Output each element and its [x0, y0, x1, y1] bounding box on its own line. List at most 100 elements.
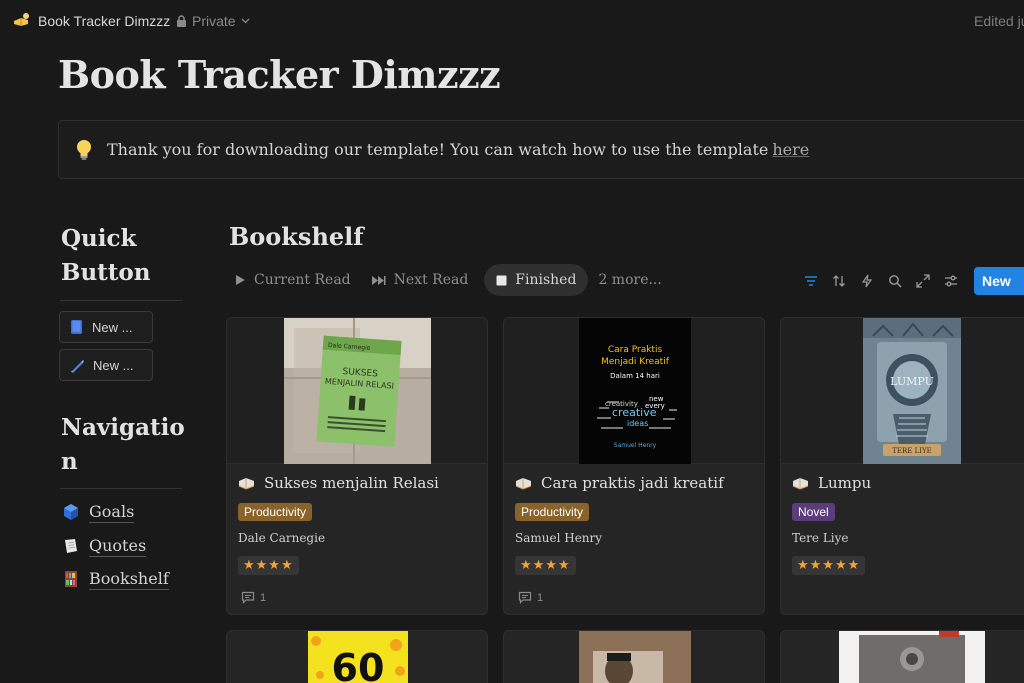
view-tabs: Current Read Next Read Finished 2 more..… — [231, 264, 678, 296]
reading-book-icon[interactable] — [13, 12, 31, 28]
quick-button-heading: Quick Button — [61, 222, 181, 290]
page-title: Book Tracker Dimzzz — [58, 52, 501, 97]
pen-icon — [71, 359, 84, 372]
cover-text: ideas — [627, 419, 648, 428]
stop-icon — [496, 275, 507, 285]
button-label: New ... — [92, 319, 133, 335]
tab-more[interactable]: 2 more... — [594, 264, 671, 296]
bookshelf-icon — [65, 571, 77, 587]
comment-icon — [518, 591, 532, 604]
new-quote-button[interactable]: New ... — [59, 349, 153, 381]
cube-icon — [64, 504, 78, 520]
tab-label: Next Read — [393, 272, 469, 288]
divider — [60, 488, 182, 489]
book-card[interactable]: LUMPU TERE LIYE Lumpu Novel Tere Liye ★★… — [780, 317, 1024, 615]
rating-stars: ★★★★ — [238, 556, 299, 575]
book-author: Dale Carnegie — [238, 531, 326, 545]
comments-number: 1 — [260, 591, 267, 604]
comments-count[interactable]: 1 — [518, 591, 543, 604]
rating-stars: ★★★★★ — [792, 556, 866, 575]
tab-current-read[interactable]: Current Read — [231, 264, 361, 296]
nav-label: Goals — [89, 501, 135, 523]
privacy-menu[interactable]: Private — [176, 13, 250, 29]
card-title: Cara praktis jadi kreatif — [515, 474, 724, 492]
expand-icon[interactable] — [916, 274, 930, 288]
cover-text: creative — [612, 406, 657, 419]
callout-text: Thank you for downloading our template! … — [107, 140, 809, 159]
rating-stars: ★★★★ — [515, 556, 576, 575]
heading-line: Quick — [61, 225, 137, 252]
callout-link[interactable]: here — [772, 140, 809, 159]
cover-text: Samuel Henry — [614, 442, 657, 449]
new-entry-button[interactable]: New — [974, 267, 1024, 295]
privacy-label: Private — [192, 13, 236, 29]
nav-item-goals[interactable]: Goals — [62, 499, 135, 525]
comments-number: 1 — [537, 591, 544, 604]
book-card[interactable] — [503, 630, 765, 683]
book-cover-image: 60 — [308, 631, 408, 683]
open-book-icon — [792, 478, 809, 490]
sort-icon[interactable] — [832, 274, 846, 288]
chevron-down-icon — [241, 18, 250, 24]
book-card[interactable]: Cara Praktis Menjadi Kreatif Dalam 14 ha… — [503, 317, 765, 615]
cover-text: TERE LIYE — [892, 447, 932, 455]
cover-area: LUMPU TERE LIYE — [781, 318, 1024, 464]
card-title: Sukses menjalin Relasi — [238, 474, 439, 492]
cover-text: 60 — [332, 646, 385, 683]
comment-icon — [241, 591, 255, 604]
cover-text: Cara Praktis — [608, 345, 663, 355]
callout: Thank you for downloading our template! … — [58, 120, 1024, 179]
note-icon — [65, 539, 77, 553]
book-title: Cara praktis jadi kreatif — [541, 474, 724, 492]
book-card[interactable] — [780, 630, 1024, 683]
bookshelf-heading: Bookshelf — [229, 222, 364, 251]
tab-label: Finished — [515, 272, 577, 288]
book-cover-image — [839, 631, 985, 683]
divider — [60, 300, 182, 301]
filter-icon[interactable] — [804, 274, 818, 288]
automation-icon[interactable] — [860, 274, 874, 288]
search-icon[interactable] — [888, 274, 902, 288]
callout-message: Thank you for downloading our template! … — [107, 140, 769, 159]
open-book-icon — [238, 478, 255, 490]
book-card[interactable]: Dale Carnegie SUKSES MENJALIN RELASI Suk… — [226, 317, 488, 615]
book-author: Samuel Henry — [515, 531, 603, 545]
book-title: Sukses menjalin Relasi — [264, 474, 439, 492]
category-tag: Productivity — [238, 503, 313, 521]
open-book-icon — [515, 478, 532, 490]
cover-text: Dalam 14 hari — [610, 372, 660, 380]
book-author: Tere Liye — [792, 531, 849, 545]
cover-text: LUMPU — [890, 375, 934, 388]
tab-next-read[interactable]: Next Read — [367, 264, 479, 296]
cover-area: Dale Carnegie SUKSES MENJALIN RELASI — [227, 318, 487, 464]
nav-item-bookshelf[interactable]: Bookshelf — [62, 566, 169, 592]
nav-label: Quotes — [89, 535, 147, 557]
breadcrumb-title[interactable]: Book Tracker Dimzzz — [38, 13, 170, 29]
tab-finished[interactable]: Finished — [484, 264, 589, 296]
category-tag: Productivity — [515, 503, 590, 521]
edited-timestamp: Edited ju — [974, 13, 1024, 29]
tab-label: Current Read — [254, 272, 351, 288]
cover-text: Menjadi Kreatif — [601, 357, 670, 367]
card-title: Lumpu — [792, 474, 871, 492]
navigation-heading: Navigatio n — [61, 411, 185, 479]
fast-forward-icon — [371, 275, 386, 285]
cover-area: Cara Praktis Menjadi Kreatif Dalam 14 ha… — [504, 318, 764, 464]
nav-label: Bookshelf — [89, 568, 169, 590]
book-cover-image: Cara Praktis Menjadi Kreatif Dalam 14 ha… — [579, 318, 691, 464]
lightbulb-icon — [77, 139, 91, 160]
book-card[interactable]: 60 — [226, 630, 488, 683]
nav-item-quotes[interactable]: Quotes — [62, 533, 147, 559]
heading-line: n — [61, 448, 78, 475]
book-cover-image: LUMPU TERE LIYE — [863, 318, 961, 464]
lock-icon — [177, 14, 186, 27]
book-cover-image: Dale Carnegie SUKSES MENJALIN RELASI — [284, 318, 431, 464]
database-toolbar — [804, 268, 958, 294]
comments-count[interactable]: 1 — [241, 591, 266, 604]
top-bar: Book Tracker Dimzzz Private Edited ju — [0, 0, 1024, 42]
book-icon — [71, 320, 82, 334]
new-book-button[interactable]: New ... — [59, 311, 153, 343]
settings-sliders-icon[interactable] — [944, 274, 958, 288]
heading-line: Navigatio — [61, 414, 185, 441]
book-cover-image — [579, 631, 691, 683]
